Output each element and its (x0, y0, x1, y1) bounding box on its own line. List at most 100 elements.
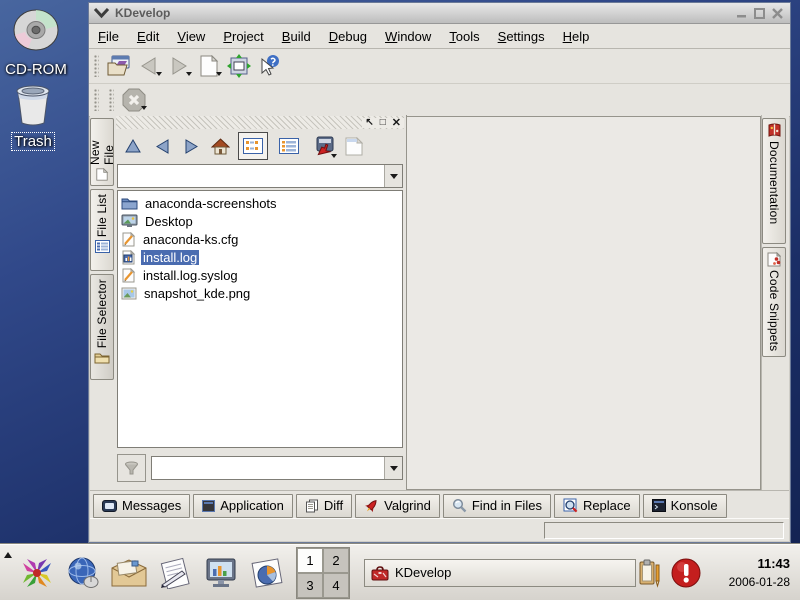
file-row[interactable]: anaconda-ks.cfg (119, 230, 401, 248)
file-name: Desktop (143, 214, 195, 229)
clock[interactable]: 11:43 2006-01-28 (706, 556, 790, 589)
toolbar-grip[interactable] (109, 89, 114, 111)
pager-desktop-3[interactable]: 3 (297, 573, 323, 598)
menu-view[interactable]: View (168, 26, 214, 47)
file-row[interactable]: anaconda-screenshots (119, 194, 401, 212)
raise-editor-button[interactable] (224, 52, 254, 80)
pager-desktop-4[interactable]: 4 (323, 573, 349, 598)
dock-close-button[interactable]: ✕ (389, 118, 404, 128)
dock-float-button[interactable]: ↖ (362, 118, 376, 128)
menu-project[interactable]: Project (214, 26, 272, 47)
toolbar-grip[interactable] (94, 89, 99, 111)
pie-chart-icon (248, 557, 286, 589)
tab-label: Documentation (767, 141, 781, 224)
filter-value[interactable] (152, 457, 384, 479)
file-row-selected[interactable]: install.log (119, 248, 401, 266)
toolbar-grip[interactable] (94, 55, 99, 77)
image-file-icon (121, 287, 137, 300)
open-project-button[interactable] (104, 52, 134, 80)
forward-button[interactable] (180, 134, 202, 158)
filter-combobox[interactable] (151, 456, 403, 480)
launcher-email[interactable] (106, 550, 152, 596)
dock-handle[interactable]: ↖ □ ✕ (116, 116, 404, 129)
launcher-menu[interactable] (14, 550, 60, 596)
stop-button[interactable] (119, 86, 149, 114)
konsole-tab-icon (652, 499, 666, 512)
editor-area[interactable] (407, 116, 761, 490)
alert-tray-icon[interactable] (670, 557, 702, 589)
path-dropdown-button[interactable] (384, 165, 402, 187)
launcher-spreadsheet[interactable] (244, 550, 290, 596)
back-button[interactable] (151, 134, 173, 158)
diff-tab-icon (305, 499, 319, 513)
up-button[interactable] (122, 134, 144, 158)
new-document-button[interactable] (343, 134, 365, 158)
sync-dropdown-arrow[interactable] (331, 154, 337, 161)
tab-application[interactable]: Application (193, 494, 293, 518)
file-row[interactable]: install.log.syslog (119, 266, 401, 284)
dock-maximize-button[interactable]: □ (377, 118, 389, 128)
pager-desktop-2[interactable]: 2 (323, 548, 349, 573)
file-name: anaconda-screenshots (143, 196, 279, 211)
launcher-browser[interactable] (60, 550, 106, 596)
new-file-button[interactable] (194, 52, 224, 80)
launcher-writer[interactable] (152, 550, 198, 596)
menu-settings[interactable]: Settings (489, 26, 554, 47)
menu-window[interactable]: Window (376, 26, 440, 47)
tab-messages[interactable]: Messages (93, 494, 190, 518)
new-file-dropdown-arrow[interactable] (216, 72, 222, 79)
filter-button[interactable] (117, 454, 146, 482)
sync-current-document-button[interactable] (310, 134, 336, 158)
path-value[interactable] (118, 165, 384, 187)
tab-diff[interactable]: Diff (296, 494, 352, 518)
back-dropdown-arrow[interactable] (156, 72, 162, 79)
menu-edit[interactable]: Edit (128, 26, 168, 47)
panel-hide-arrow-icon (4, 548, 12, 558)
menu-debug[interactable]: Debug (320, 26, 376, 47)
home-button[interactable] (209, 134, 231, 158)
task-button-kdevelop[interactable]: KDevelop (364, 559, 636, 587)
desktop-icon-cdrom[interactable]: CD-ROM (0, 8, 72, 78)
back-button[interactable] (134, 52, 164, 80)
home-icon (211, 138, 230, 155)
tab-file-list[interactable]: File List (90, 189, 114, 271)
detail-view-button[interactable] (275, 133, 303, 159)
bottom-toolview-tabs: Messages Application Diff (90, 490, 789, 520)
menu-build[interactable]: Build (273, 26, 320, 47)
file-row[interactable]: Desktop (119, 212, 401, 230)
menu-help[interactable]: Help (554, 26, 599, 47)
file-list[interactable]: anaconda-screenshots Desktop (117, 190, 403, 448)
maximize-button[interactable] (751, 6, 767, 20)
desktop-icon-trash[interactable]: Trash (0, 82, 69, 150)
short-view-button[interactable] (238, 132, 268, 160)
titlebar[interactable]: KDevelop (89, 3, 790, 24)
file-row[interactable]: snapshot_kde.png (119, 284, 401, 302)
pager-desktop-1[interactable]: 1 (297, 548, 323, 573)
forward-dropdown-arrow[interactable] (186, 72, 192, 79)
panel-hide-button[interactable] (0, 545, 14, 600)
whats-this-button[interactable] (254, 52, 284, 80)
close-button[interactable] (769, 6, 785, 20)
stop-dropdown-arrow[interactable] (141, 106, 147, 113)
messages-tab-icon (102, 500, 117, 512)
tab-replace[interactable]: Replace (554, 494, 640, 518)
path-combobox[interactable] (117, 164, 403, 188)
tab-new-file[interactable]: New File (90, 118, 114, 186)
tab-find-in-files[interactable]: Find in Files (443, 494, 551, 518)
menu-tools[interactable]: Tools (440, 26, 488, 47)
folder-icon (121, 196, 138, 210)
launcher-presentation[interactable] (198, 550, 244, 596)
filter-dropdown-button[interactable] (384, 457, 402, 479)
tab-konsole[interactable]: Konsole (643, 494, 727, 518)
build-toolbar (89, 84, 790, 117)
klipper-tray-icon[interactable] (638, 558, 662, 588)
tab-label: Replace (583, 498, 631, 513)
menu-file[interactable]: File (89, 26, 128, 47)
minimize-button[interactable] (733, 6, 749, 20)
tab-documentation[interactable]: Documentation (762, 118, 786, 244)
forward-button[interactable] (164, 52, 194, 80)
minimize-icon (736, 8, 747, 19)
tab-code-snippets[interactable]: Code Snippets (762, 247, 786, 357)
tab-valgrind[interactable]: Valgrind (355, 494, 440, 518)
tab-file-selector[interactable]: File Selector (90, 274, 114, 380)
